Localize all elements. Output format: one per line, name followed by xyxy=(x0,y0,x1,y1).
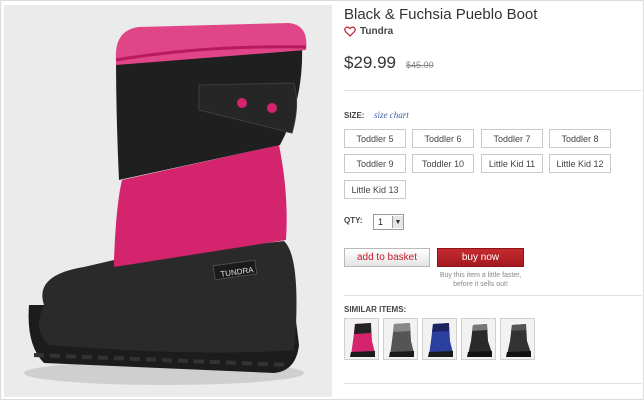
similar-item-black-boot[interactable] xyxy=(500,318,535,360)
brand-row: Tundra xyxy=(344,26,393,37)
divider xyxy=(344,295,642,296)
size-chart-link[interactable]: size chart xyxy=(374,110,409,120)
original-price: $45.00 xyxy=(406,60,434,70)
brand-name[interactable]: Tundra xyxy=(360,26,393,37)
size-option[interactable]: Toddler 5 xyxy=(344,129,406,148)
product-title: Black & Fuchsia Pueblo Boot xyxy=(344,6,538,23)
size-option[interactable]: Toddler 10 xyxy=(412,154,474,173)
chevron-down-icon[interactable]: ▼ xyxy=(392,216,403,228)
product-panel: TUNDRA Black & Fuchsia Pueblo Boot Tundr… xyxy=(0,0,644,400)
product-image: TUNDRA xyxy=(4,5,332,397)
similar-item-gray-boot[interactable] xyxy=(383,318,418,360)
add-to-basket-button[interactable]: add to basket xyxy=(344,248,430,267)
quantity-label: QTY: xyxy=(344,216,363,225)
similar-item-blue-boot[interactable] xyxy=(422,318,457,360)
size-option[interactable]: Little Kid 13 xyxy=(344,180,406,199)
price-row: $29.99 $45.00 xyxy=(344,53,434,73)
divider xyxy=(344,90,642,91)
size-option[interactable]: Toddler 8 xyxy=(549,129,611,148)
buy-now-button[interactable]: buy now xyxy=(437,248,524,267)
sale-price: $29.99 xyxy=(344,53,396,72)
similar-item-black-boot[interactable] xyxy=(461,318,496,360)
size-option[interactable]: Little Kid 12 xyxy=(549,154,611,173)
similar-item-pink-boot[interactable] xyxy=(344,318,379,360)
quantity-value: 1 xyxy=(378,217,384,227)
similar-items-label: SIMILAR ITEMS: xyxy=(344,305,407,314)
product-details: Black & Fuchsia Pueblo Boot Tundra $29.9… xyxy=(344,1,644,400)
heart-icon[interactable] xyxy=(344,26,356,37)
size-option[interactable]: Little Kid 11 xyxy=(481,154,543,173)
quantity-select[interactable]: 1 ▼ xyxy=(373,214,404,230)
size-option[interactable]: Toddler 9 xyxy=(344,154,406,173)
buy-now-note: Buy this item a little faster, before it… xyxy=(439,272,522,288)
size-option[interactable]: Toddler 6 xyxy=(412,129,474,148)
divider xyxy=(344,383,642,384)
size-label: SIZE: xyxy=(344,111,365,120)
size-option[interactable]: Toddler 7 xyxy=(481,129,543,148)
